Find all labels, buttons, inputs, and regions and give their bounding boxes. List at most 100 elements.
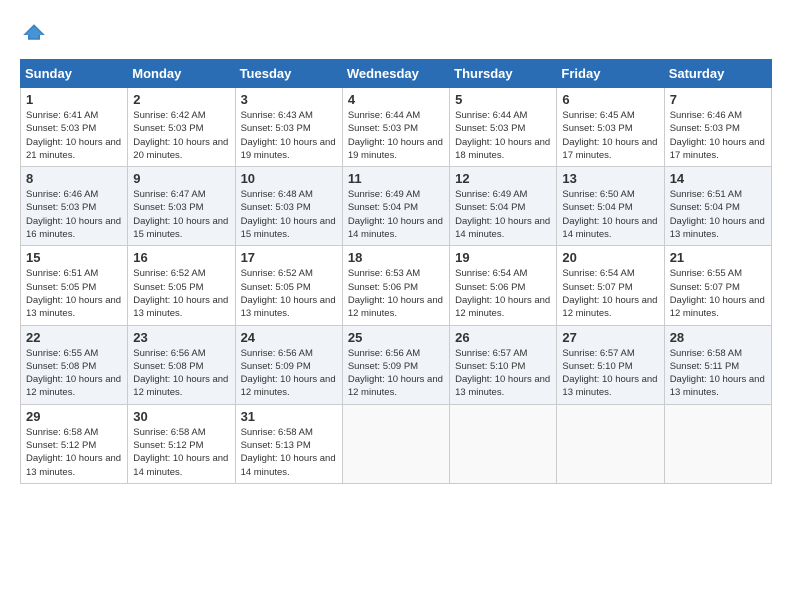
day-info: Sunrise: 6:57 AMSunset: 5:10 PMDaylight:…: [455, 347, 551, 400]
day-cell-8: 8 Sunrise: 6:46 AMSunset: 5:03 PMDaylight…: [21, 167, 128, 246]
day-cell-5: 5 Sunrise: 6:44 AMSunset: 5:03 PMDaylight…: [450, 88, 557, 167]
day-cell-14: 14Sunrise: 6:51 AMSunset: 5:04 PMDayligh…: [664, 167, 771, 246]
day-info: Sunrise: 6:54 AMSunset: 5:06 PMDaylight:…: [455, 267, 551, 320]
column-header-saturday: Saturday: [664, 60, 771, 88]
day-info: Sunrise: 6:43 AMSunset: 5:03 PMDaylight:…: [241, 109, 337, 162]
week-row-4: 22 Sunrise: 6:55 AMSunset: 5:08 PMDayligh…: [21, 325, 772, 404]
day-info: Sunrise: 6:52 AMSunset: 5:05 PMDaylight:…: [241, 267, 337, 320]
day-number: 24: [241, 330, 337, 345]
week-row-1: 1 Sunrise: 6:41 AMSunset: 5:03 PMDaylight…: [21, 88, 772, 167]
day-info: Sunrise: 6:55 AMSunset: 5:07 PMDaylight:…: [670, 267, 766, 320]
day-number: 21: [670, 250, 766, 265]
calendar-header-row: SundayMondayTuesdayWednesdayThursdayFrid…: [21, 60, 772, 88]
day-number: 18: [348, 250, 444, 265]
column-header-tuesday: Tuesday: [235, 60, 342, 88]
day-cell-15: 15Sunrise: 6:51 AMSunset: 5:05 PMDayligh…: [21, 246, 128, 325]
day-info: Sunrise: 6:46 AMSunset: 5:03 PMDaylight:…: [670, 109, 766, 162]
day-cell-28: 28Sunrise: 6:58 AMSunset: 5:11 PMDayligh…: [664, 325, 771, 404]
day-number: 8: [26, 171, 122, 186]
page-header: [20, 20, 772, 49]
column-header-wednesday: Wednesday: [342, 60, 449, 88]
day-cell-19: 19 Sunrise: 6:54 AMSunset: 5:06 PMDayligh…: [450, 246, 557, 325]
day-cell-22: 22 Sunrise: 6:55 AMSunset: 5:08 PMDayligh…: [21, 325, 128, 404]
day-number: 23: [133, 330, 229, 345]
day-number: 3: [241, 92, 337, 107]
day-info: Sunrise: 6:58 AMSunset: 5:12 PMDaylight:…: [26, 426, 122, 479]
day-cell-25: 25Sunrise: 6:56 AMSunset: 5:09 PMDayligh…: [342, 325, 449, 404]
day-number: 4: [348, 92, 444, 107]
day-number: 6: [562, 92, 658, 107]
day-number: 12: [455, 171, 551, 186]
day-number: 20: [562, 250, 658, 265]
day-info: Sunrise: 6:55 AMSunset: 5:08 PMDaylight:…: [26, 347, 122, 400]
day-cell-3: 3 Sunrise: 6:43 AMSunset: 5:03 PMDaylight…: [235, 88, 342, 167]
day-info: Sunrise: 6:51 AMSunset: 5:05 PMDaylight:…: [26, 267, 122, 320]
day-number: 29: [26, 409, 122, 424]
day-info: Sunrise: 6:56 AMSunset: 5:09 PMDaylight:…: [348, 347, 444, 400]
column-header-sunday: Sunday: [21, 60, 128, 88]
day-number: 7: [670, 92, 766, 107]
day-cell-29: 29 Sunrise: 6:58 AMSunset: 5:12 PMDayligh…: [21, 404, 128, 483]
day-info: Sunrise: 6:58 AMSunset: 5:13 PMDaylight:…: [241, 426, 337, 479]
day-info: Sunrise: 6:49 AMSunset: 5:04 PMDaylight:…: [348, 188, 444, 241]
day-number: 26: [455, 330, 551, 345]
day-info: Sunrise: 6:48 AMSunset: 5:03 PMDaylight:…: [241, 188, 337, 241]
empty-cell: [557, 404, 664, 483]
day-info: Sunrise: 6:44 AMSunset: 5:03 PMDaylight:…: [455, 109, 551, 162]
day-info: Sunrise: 6:46 AMSunset: 5:03 PMDaylight:…: [26, 188, 122, 241]
column-header-thursday: Thursday: [450, 60, 557, 88]
day-number: 9: [133, 171, 229, 186]
day-cell-12: 12Sunrise: 6:49 AMSunset: 5:04 PMDayligh…: [450, 167, 557, 246]
day-info: Sunrise: 6:56 AMSunset: 5:09 PMDaylight:…: [241, 347, 337, 400]
day-number: 5: [455, 92, 551, 107]
day-cell-26: 26 Sunrise: 6:57 AMSunset: 5:10 PMDayligh…: [450, 325, 557, 404]
day-info: Sunrise: 6:58 AMSunset: 5:12 PMDaylight:…: [133, 426, 229, 479]
empty-cell: [342, 404, 449, 483]
day-number: 14: [670, 171, 766, 186]
day-cell-1: 1 Sunrise: 6:41 AMSunset: 5:03 PMDaylight…: [21, 88, 128, 167]
day-cell-21: 21 Sunrise: 6:55 AMSunset: 5:07 PMDayligh…: [664, 246, 771, 325]
empty-cell: [664, 404, 771, 483]
day-cell-18: 18 Sunrise: 6:53 AMSunset: 5:06 PMDayligh…: [342, 246, 449, 325]
day-cell-27: 27Sunrise: 6:57 AMSunset: 5:10 PMDayligh…: [557, 325, 664, 404]
day-cell-9: 9 Sunrise: 6:47 AMSunset: 5:03 PMDaylight…: [128, 167, 235, 246]
day-number: 22: [26, 330, 122, 345]
day-cell-10: 10 Sunrise: 6:48 AMSunset: 5:03 PMDayligh…: [235, 167, 342, 246]
day-info: Sunrise: 6:47 AMSunset: 5:03 PMDaylight:…: [133, 188, 229, 241]
day-cell-24: 24 Sunrise: 6:56 AMSunset: 5:09 PMDayligh…: [235, 325, 342, 404]
week-row-5: 29 Sunrise: 6:58 AMSunset: 5:12 PMDayligh…: [21, 404, 772, 483]
day-info: Sunrise: 6:52 AMSunset: 5:05 PMDaylight:…: [133, 267, 229, 320]
day-cell-11: 11 Sunrise: 6:49 AMSunset: 5:04 PMDayligh…: [342, 167, 449, 246]
day-info: Sunrise: 6:41 AMSunset: 5:03 PMDaylight:…: [26, 109, 122, 162]
day-cell-6: 6 Sunrise: 6:45 AMSunset: 5:03 PMDaylight…: [557, 88, 664, 167]
empty-cell: [450, 404, 557, 483]
day-cell-7: 7 Sunrise: 6:46 AMSunset: 5:03 PMDaylight…: [664, 88, 771, 167]
day-number: 11: [348, 171, 444, 186]
day-info: Sunrise: 6:45 AMSunset: 5:03 PMDaylight:…: [562, 109, 658, 162]
logo: [20, 20, 46, 49]
day-info: Sunrise: 6:56 AMSunset: 5:08 PMDaylight:…: [133, 347, 229, 400]
day-number: 10: [241, 171, 337, 186]
day-cell-30: 30 Sunrise: 6:58 AMSunset: 5:12 PMDayligh…: [128, 404, 235, 483]
week-row-2: 8 Sunrise: 6:46 AMSunset: 5:03 PMDaylight…: [21, 167, 772, 246]
day-info: Sunrise: 6:53 AMSunset: 5:06 PMDaylight:…: [348, 267, 444, 320]
day-number: 1: [26, 92, 122, 107]
day-number: 13: [562, 171, 658, 186]
day-cell-17: 17Sunrise: 6:52 AMSunset: 5:05 PMDayligh…: [235, 246, 342, 325]
day-info: Sunrise: 6:44 AMSunset: 5:03 PMDaylight:…: [348, 109, 444, 162]
day-number: 31: [241, 409, 337, 424]
day-number: 28: [670, 330, 766, 345]
day-number: 2: [133, 92, 229, 107]
day-info: Sunrise: 6:54 AMSunset: 5:07 PMDaylight:…: [562, 267, 658, 320]
day-cell-23: 23 Sunrise: 6:56 AMSunset: 5:08 PMDayligh…: [128, 325, 235, 404]
day-cell-4: 4 Sunrise: 6:44 AMSunset: 5:03 PMDaylight…: [342, 88, 449, 167]
day-number: 30: [133, 409, 229, 424]
day-info: Sunrise: 6:50 AMSunset: 5:04 PMDaylight:…: [562, 188, 658, 241]
column-header-friday: Friday: [557, 60, 664, 88]
week-row-3: 15Sunrise: 6:51 AMSunset: 5:05 PMDayligh…: [21, 246, 772, 325]
day-cell-31: 31 Sunrise: 6:58 AMSunset: 5:13 PMDayligh…: [235, 404, 342, 483]
day-info: Sunrise: 6:42 AMSunset: 5:03 PMDaylight:…: [133, 109, 229, 162]
day-number: 19: [455, 250, 551, 265]
column-header-monday: Monday: [128, 60, 235, 88]
day-cell-16: 16Sunrise: 6:52 AMSunset: 5:05 PMDayligh…: [128, 246, 235, 325]
